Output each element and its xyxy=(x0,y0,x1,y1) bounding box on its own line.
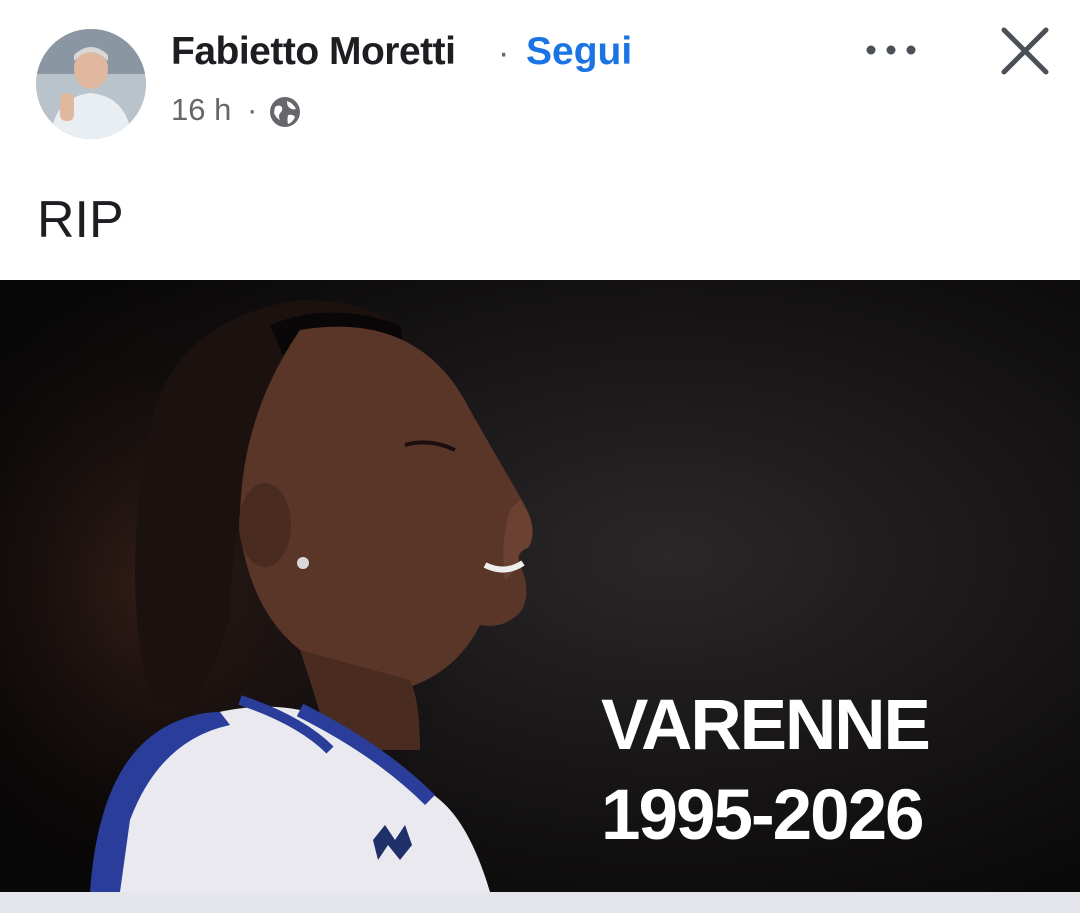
image-years: 1995-2026 xyxy=(601,776,925,855)
close-icon[interactable] xyxy=(994,20,1056,82)
post-header: Fabietto Moretti · Segui 16 h · xyxy=(0,0,1080,150)
bottom-bar xyxy=(0,892,1080,913)
follow-button[interactable]: Segui xyxy=(526,30,632,74)
image-title: VARENNE xyxy=(601,686,931,765)
meta-separator: · xyxy=(247,92,258,127)
avatar-photo xyxy=(36,29,146,139)
more-options-icon[interactable] xyxy=(858,28,924,72)
globe-icon[interactable] xyxy=(268,95,302,129)
post-image[interactable]: VARENNE 1995-2026 xyxy=(0,280,1080,892)
post-timestamp[interactable]: 16 h xyxy=(171,92,231,128)
post-text: RIP xyxy=(37,191,124,249)
author-avatar[interactable] xyxy=(36,29,146,139)
author-name[interactable]: Fabietto Moretti xyxy=(171,30,456,74)
name-separator: · xyxy=(498,34,510,72)
